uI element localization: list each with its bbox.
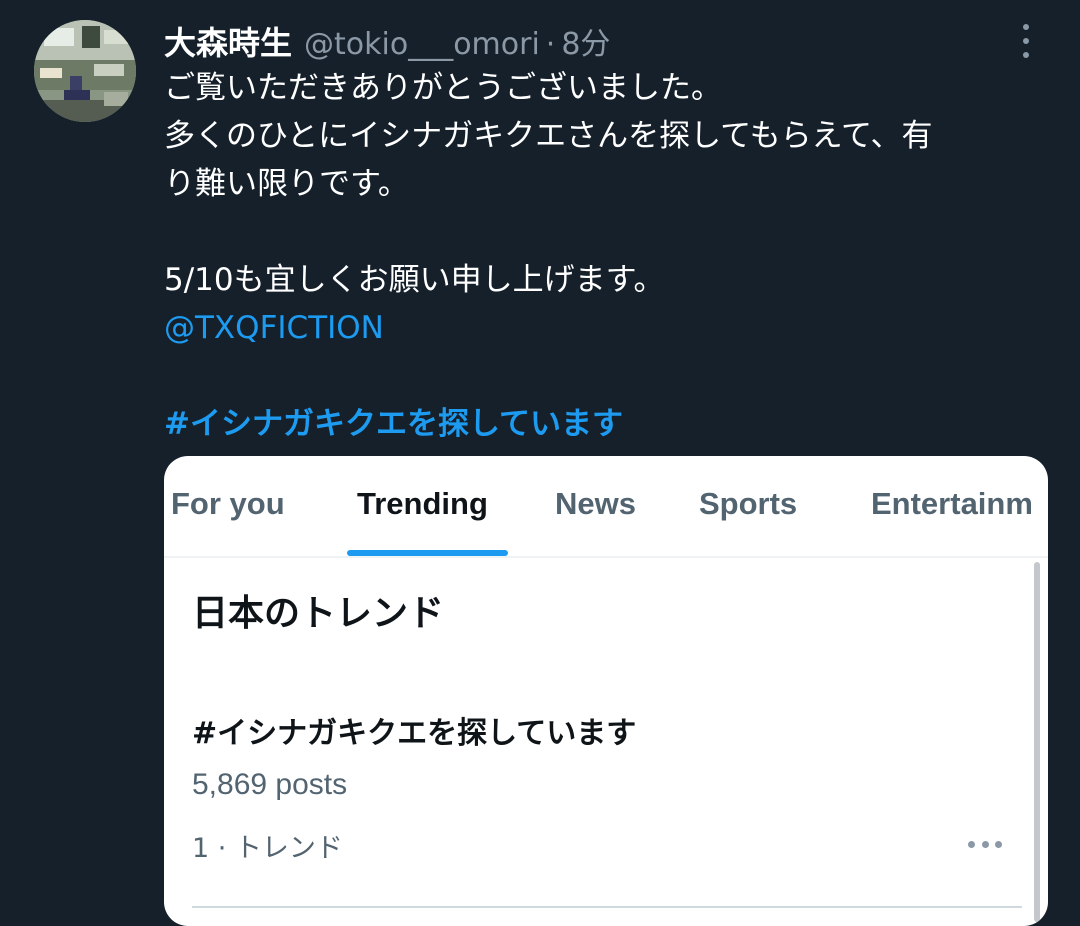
embedded-trends-screenshot: For you Trending News Sports Entertainm …	[164, 456, 1048, 926]
dot-3	[995, 840, 1002, 848]
trend-rank: 1 · トレンド	[192, 833, 343, 864]
tab-trending[interactable]: Trending	[357, 486, 488, 522]
dot-2	[1023, 38, 1029, 44]
tweet-line: 多くのひとにイシナガキクエさんを探してもらえて、有	[164, 118, 933, 154]
tweet-line: り難い限りです。	[164, 166, 409, 202]
author-handle[interactable]: @tokio___omori	[304, 27, 540, 62]
separator-dot: ·	[545, 27, 556, 62]
hashtag-link[interactable]: #イシナガキクエを探しています	[164, 400, 1054, 448]
trend-post-count: 5,869 posts	[192, 768, 348, 801]
dot-1	[1023, 24, 1029, 30]
tweet-text: ご覧いただきありがとうございました。 多くのひとにイシナガキクエさんを探してもら…	[164, 64, 1054, 448]
more-horizontal-icon[interactable]	[968, 840, 1002, 848]
tweet-header: 大森時生 @tokio___omori · 8分	[164, 18, 610, 62]
tab-sports[interactable]: Sports	[699, 486, 797, 522]
dot-2	[981, 840, 989, 848]
mention-link[interactable]: @TXQFICTION	[164, 304, 1054, 352]
scrollbar[interactable]	[1034, 562, 1040, 922]
explore-tabs: For you Trending News Sports Entertainm	[164, 456, 1048, 558]
tab-news[interactable]: News	[555, 486, 636, 522]
tweet-line: 5/10も宜しくお願い申し上げます。	[164, 262, 665, 298]
more-vertical-icon[interactable]	[1018, 24, 1034, 58]
author-name[interactable]: 大森時生	[164, 18, 292, 64]
active-tab-indicator	[347, 550, 508, 556]
author-avatar[interactable]	[34, 20, 136, 122]
section-title: 日本のトレンド	[192, 593, 445, 634]
tab-entertainment[interactable]: Entertainm	[871, 486, 1033, 522]
tweet-timestamp[interactable]: 8分	[561, 19, 610, 63]
tweet-line: ご覧いただきありがとうございました。	[164, 70, 722, 106]
trend-name[interactable]: #イシナガキクエを探しています	[192, 708, 636, 752]
divider	[192, 906, 1022, 908]
tab-for-you[interactable]: For you	[171, 486, 285, 522]
dot-3	[1023, 52, 1029, 58]
dot-1	[968, 840, 975, 848]
